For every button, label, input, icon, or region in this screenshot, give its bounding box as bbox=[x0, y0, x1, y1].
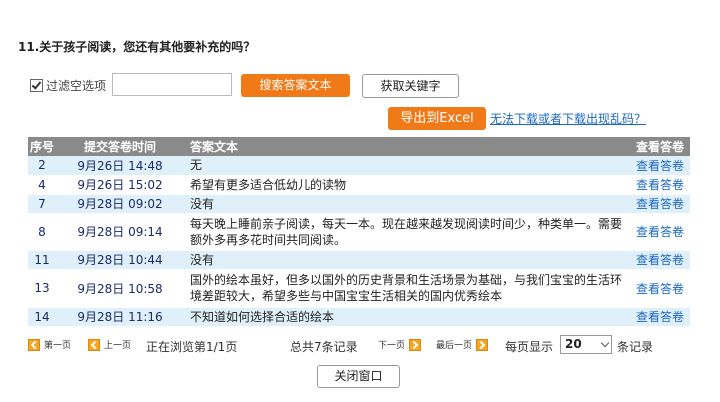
row-text: 国外的绘本虽好，但多以国外的历史背景和生活场景为基础，与我们宝宝的生活环境差距较… bbox=[184, 269, 630, 308]
last-page-label: 最后一页 bbox=[436, 341, 473, 351]
per-page-value: 20 bbox=[565, 337, 582, 351]
filter-empty-option[interactable]: 过滤空选项 bbox=[30, 77, 106, 94]
search-input[interactable] bbox=[112, 73, 232, 96]
table-row: 7 9月28日 09:02 没有 查看答卷 bbox=[28, 194, 690, 214]
next-page-icon bbox=[409, 338, 422, 351]
row-text: 不知道如何选择合适的绘本 bbox=[184, 307, 630, 327]
row-id: 8 bbox=[28, 213, 56, 251]
question-title: 11.关于孩子阅读，您还有其他要补充的吗？ bbox=[18, 40, 256, 54]
filter-label: 过滤空选项 bbox=[46, 79, 107, 93]
first-page-icon bbox=[28, 338, 40, 351]
download-help-link[interactable]: 无法下载或者下载出现乱码？ bbox=[490, 110, 646, 127]
row-text: 没有 bbox=[184, 194, 630, 214]
row-time: 9月28日 11:16 bbox=[56, 307, 184, 327]
row-text: 没有 bbox=[184, 250, 630, 270]
row-id: 13 bbox=[28, 269, 56, 308]
search-answer-button[interactable]: 搜索答案文本 bbox=[241, 74, 350, 97]
next-page-label: 下一页 bbox=[378, 341, 406, 351]
view-answer-link[interactable]: 查看答卷 bbox=[636, 159, 684, 173]
header-text: 答案文本 bbox=[184, 137, 630, 156]
view-answer-link[interactable]: 查看答卷 bbox=[636, 282, 684, 296]
row-time: 9月26日 14:48 bbox=[56, 156, 184, 176]
checkbox-icon[interactable] bbox=[30, 79, 43, 92]
table-row: 13 9月28日 10:58 国外的绘本虽好，但多以国外的历史背景和生活场景为基… bbox=[28, 269, 690, 308]
table-header: 序号 提交答卷时间 答案文本 查看答卷 bbox=[28, 137, 690, 156]
row-id: 7 bbox=[28, 194, 56, 214]
export-excel-button[interactable]: 导出到Excel bbox=[388, 107, 486, 130]
row-time: 9月28日 10:58 bbox=[56, 269, 184, 308]
per-page-unit: 条记录 bbox=[617, 340, 654, 354]
row-text: 每天晚上睡前亲子阅读，每天一本。现在越来越发现阅读时间少，种类单一。需要额外多再… bbox=[184, 213, 630, 251]
per-page-select[interactable]: 20 bbox=[560, 335, 612, 354]
row-time: 9月28日 10:44 bbox=[56, 250, 184, 270]
view-answer-link[interactable]: 查看答卷 bbox=[636, 310, 684, 324]
prev-page-icon bbox=[88, 338, 100, 351]
header-time: 提交答卷时间 bbox=[56, 137, 184, 156]
row-time: 9月26日 15:02 bbox=[56, 175, 184, 195]
prev-page-button[interactable]: 上一页 bbox=[88, 338, 131, 351]
row-id: 11 bbox=[28, 250, 56, 270]
table-row: 2 9月26日 14:48 无 查看答卷 bbox=[28, 156, 690, 176]
header-view: 查看答卷 bbox=[630, 137, 690, 156]
total-records: 总共7条记录 bbox=[290, 340, 358, 354]
last-page-icon bbox=[476, 338, 489, 351]
view-answer-link[interactable]: 查看答卷 bbox=[636, 253, 684, 267]
header-id: 序号 bbox=[28, 137, 56, 156]
row-id: 4 bbox=[28, 175, 56, 195]
close-window-button[interactable]: 关闭窗口 bbox=[317, 365, 400, 388]
first-page-label: 第一页 bbox=[44, 341, 72, 351]
next-page-button[interactable]: 下一页 bbox=[378, 338, 422, 351]
last-page-button[interactable]: 最后一页 bbox=[436, 338, 489, 351]
prev-page-label: 上一页 bbox=[104, 341, 132, 351]
view-answer-link[interactable]: 查看答卷 bbox=[636, 178, 684, 192]
row-text: 希望有更多适合低幼儿的读物 bbox=[184, 175, 630, 195]
row-time: 9月28日 09:02 bbox=[56, 194, 184, 214]
chevron-down-icon bbox=[600, 338, 610, 348]
row-text: 无 bbox=[184, 156, 630, 176]
view-answer-link[interactable]: 查看答卷 bbox=[636, 225, 684, 239]
row-id: 2 bbox=[28, 156, 56, 176]
get-keywords-button[interactable]: 获取关键字 bbox=[362, 74, 459, 98]
page-status: 正在浏览第1/1页 bbox=[146, 340, 238, 354]
table-row: 11 9月28日 10:44 没有 查看答卷 bbox=[28, 250, 690, 270]
first-page-button[interactable]: 第一页 bbox=[28, 338, 71, 351]
row-time: 9月28日 09:14 bbox=[56, 213, 184, 251]
table-row: 8 9月28日 09:14 每天晚上睡前亲子阅读，每天一本。现在越来越发现阅读时… bbox=[28, 213, 690, 251]
table-row: 14 9月28日 11:16 不知道如何选择合适的绘本 查看答卷 bbox=[28, 307, 690, 327]
table-row: 4 9月26日 15:02 希望有更多适合低幼儿的读物 查看答卷 bbox=[28, 175, 690, 195]
per-page-label: 每页显示 bbox=[505, 340, 554, 354]
row-id: 14 bbox=[28, 307, 56, 327]
answer-table: 序号 提交答卷时间 答案文本 查看答卷 2 9月26日 14:48 无 查看答卷… bbox=[28, 137, 690, 327]
view-answer-link[interactable]: 查看答卷 bbox=[636, 197, 684, 211]
